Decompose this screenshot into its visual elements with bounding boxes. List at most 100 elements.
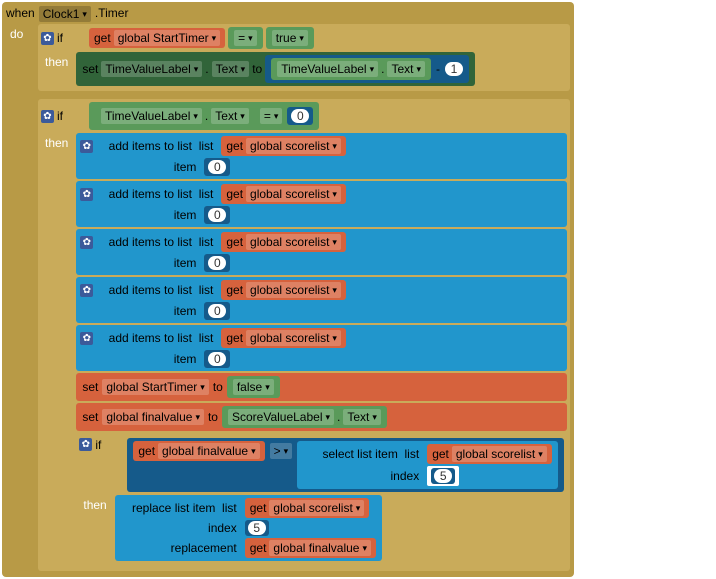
number-zero[interactable]: 0 (291, 109, 309, 123)
gear-icon[interactable]: ✿ (80, 236, 93, 249)
zero-block: 0 (204, 302, 230, 320)
get-label: get (250, 541, 267, 555)
gear-icon[interactable]: ✿ (80, 332, 93, 345)
gear-icon[interactable]: ✿ (80, 188, 93, 201)
to-label: to (208, 410, 218, 424)
list-label: list (199, 283, 214, 297)
gear-icon[interactable]: ✿ (80, 140, 93, 153)
scorelist-dropdown[interactable]: global scorelist (246, 234, 341, 250)
eq-dropdown[interactable]: = (260, 108, 283, 124)
gear-icon[interactable]: ✿ (41, 110, 54, 123)
comp-dropdown[interactable]: TimeValueLabel (101, 61, 202, 77)
when-label: when (6, 6, 35, 20)
minus-label: - (436, 62, 440, 76)
event-header: when Clock1 .Timer (6, 6, 570, 22)
text-dropdown[interactable]: Text (343, 409, 381, 425)
false-dropdown[interactable]: false (233, 379, 274, 395)
gear-icon[interactable]: ✿ (41, 32, 54, 45)
scorelist-dropdown[interactable]: global scorelist (246, 138, 341, 154)
number-zero[interactable]: 0 (208, 304, 226, 318)
do-label: do (6, 24, 34, 44)
gear-icon[interactable]: ✿ (80, 284, 93, 297)
minus-block: TimeValueLabel . Text - 1 (265, 55, 469, 83)
five-block: 5 (245, 520, 269, 536)
set-finalvalue: set global finalvalue to ScoreValueLabel… (76, 403, 566, 431)
replacement-label: replacement (121, 541, 241, 555)
item-label: item (80, 352, 200, 366)
if-block-1: ✿ if get global StartTimer = true the (38, 24, 570, 91)
get-scorelist: getglobal scorelist (221, 232, 346, 252)
prop-dropdown[interactable]: Text (212, 61, 250, 77)
list-label: list (199, 139, 214, 153)
true-dropdown[interactable]: true (272, 30, 308, 46)
zero-block: 0 (204, 350, 230, 368)
get-label: get (138, 444, 155, 458)
component-dropdown[interactable]: Clock1 (39, 6, 91, 22)
number-zero[interactable]: 0 (208, 256, 226, 270)
finalvalue-dropdown[interactable]: global finalvalue (269, 540, 371, 556)
var-dropdown[interactable]: global StartTimer (114, 30, 220, 46)
number-one[interactable]: 1 (445, 62, 463, 76)
get-label: get (94, 31, 111, 45)
starttimer-dropdown[interactable]: global StartTimer (102, 379, 208, 395)
add-items-block-2: ✿ add items to list list getglobal score… (76, 181, 566, 227)
comp2-dropdown[interactable]: TimeValueLabel (277, 61, 378, 77)
replace-label: replace list item (132, 501, 215, 515)
replace-list-item: replace list item list getglobal scoreli… (115, 495, 382, 561)
scorelist-dropdown[interactable]: global scorelist (246, 282, 341, 298)
scorelist-dropdown[interactable]: global scorelist (269, 500, 364, 516)
to-label: to (213, 380, 223, 394)
true-block: true (266, 27, 314, 49)
false-block: false (227, 376, 280, 398)
set-label: set (82, 380, 98, 394)
timevalue-prop: TimeValueLabel . Text (271, 58, 431, 80)
add-items-block-4: ✿ add items to list list getglobal score… (76, 277, 566, 323)
set-label: set (82, 410, 98, 424)
gt-dropdown[interactable]: > (270, 443, 293, 459)
get-scorelist: getglobal scorelist (221, 136, 346, 156)
list-label: list (199, 235, 214, 249)
comp-dropdown[interactable]: TimeValueLabel (101, 108, 202, 124)
item-label: item (80, 256, 200, 270)
zero-block: 0 (204, 206, 230, 224)
get-label: get (226, 283, 243, 297)
if-block-3: ✿ if get global finalvalue > (76, 435, 566, 566)
timevalue-get: TimeValueLabel . Text (95, 105, 255, 127)
get-label: get (226, 235, 243, 249)
then-label: then (79, 495, 110, 515)
add-items-block-3: ✿ add items to list list getglobal score… (76, 229, 566, 275)
finalvalue-dropdown[interactable]: global finalvalue (158, 443, 260, 459)
scorelist-dropdown[interactable]: global scorelist (246, 330, 341, 346)
five-block: 5 (431, 468, 455, 484)
select-list-item: select list item list getglobal scorelis… (297, 441, 558, 489)
get-scorelist: getglobal scorelist (221, 280, 346, 300)
set-starttimer-false: set global StartTimer to false (76, 373, 566, 401)
get-scorelist: getglobal scorelist (427, 444, 552, 464)
scorelist-dropdown[interactable]: global scorelist (452, 446, 547, 462)
get-finalvalue: get global finalvalue (133, 441, 264, 461)
list-label: list (199, 187, 214, 201)
get-label: get (226, 331, 243, 345)
item-label: item (80, 208, 200, 222)
add-items-block-5: ✿ add items to list list getglobal score… (76, 325, 566, 371)
scorevalue-dropdown[interactable]: ScoreValueLabel (228, 409, 334, 425)
get-scorelist: getglobal scorelist (221, 328, 346, 348)
get-label: get (226, 139, 243, 153)
get-finalvalue: getglobal finalvalue (245, 538, 376, 558)
number-zero[interactable]: 0 (208, 160, 226, 174)
event-name-label: .Timer (95, 6, 129, 20)
eq-test: TimeValueLabel . Text = 0 (89, 102, 319, 130)
prop-dropdown[interactable]: Text (211, 108, 249, 124)
number-five[interactable]: 5 (434, 469, 452, 483)
number-zero[interactable]: 0 (208, 352, 226, 366)
scorelist-dropdown[interactable]: global scorelist (246, 186, 341, 202)
number-zero[interactable]: 0 (208, 208, 226, 222)
prop2-dropdown[interactable]: Text (387, 61, 425, 77)
op-dropdown[interactable]: = (234, 30, 257, 46)
set-label: set (82, 62, 98, 76)
set-timevalue-block: set TimeValueLabel . Text to TimeValueLa… (76, 52, 475, 86)
number-five[interactable]: 5 (248, 521, 266, 535)
gear-icon[interactable]: ✿ (79, 438, 92, 451)
event-block: when Clock1 .Timer do ✿ if get global St… (2, 2, 574, 577)
finalvalue-dropdown[interactable]: global finalvalue (102, 409, 204, 425)
